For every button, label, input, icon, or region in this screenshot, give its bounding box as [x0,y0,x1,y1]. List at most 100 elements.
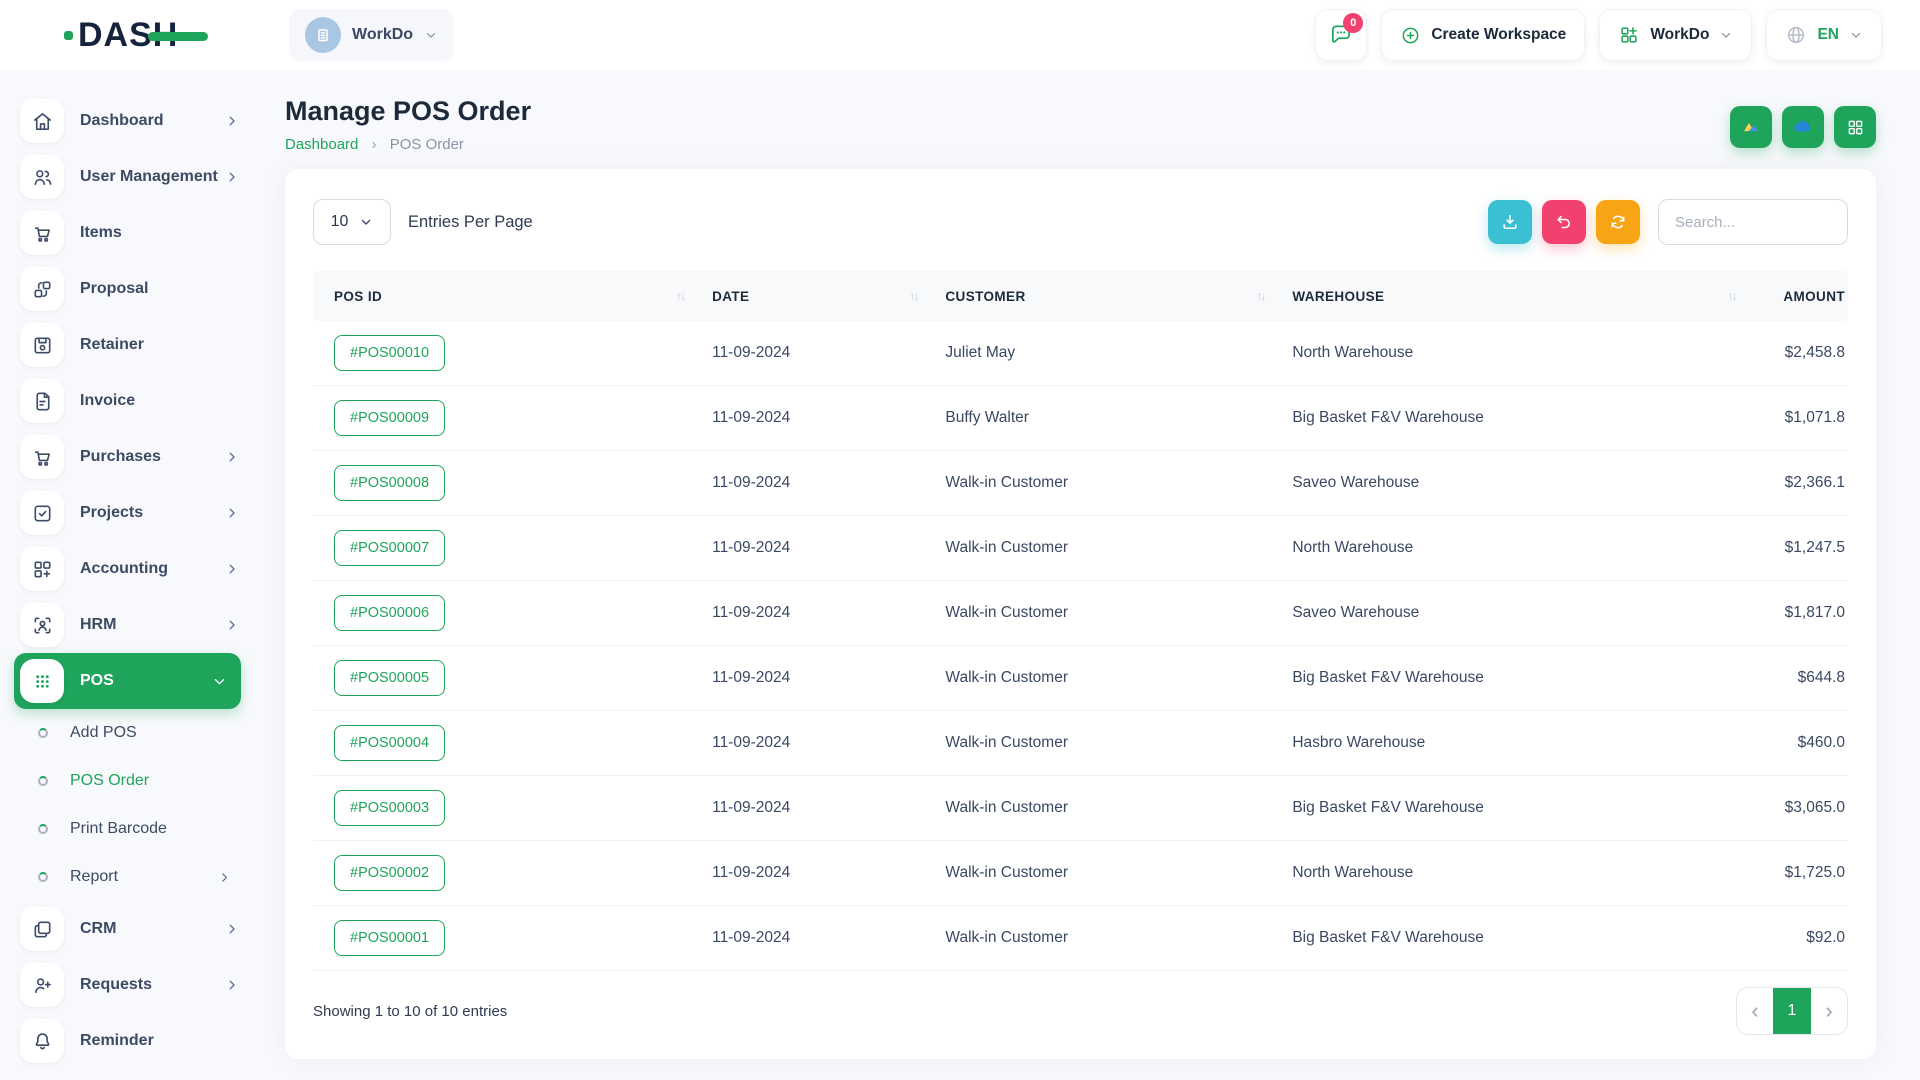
column-pos-id[interactable]: POS ID ↑↓ [313,289,712,304]
sidebar-item-pos[interactable]: POS [14,653,241,709]
sidebar-item-crm[interactable]: CRM [0,901,255,957]
sidebar-item-projects[interactable]: Projects [0,485,255,541]
breadcrumb-dashboard[interactable]: Dashboard [285,136,358,153]
dots-grid-icon [20,659,64,703]
sidebar-item-invoice[interactable]: Invoice [0,373,255,429]
building-icon [311,23,335,47]
file-text-icon [20,379,64,423]
customer-cell: Walk-in Customer [945,539,1292,557]
chevron-down-icon [424,28,438,42]
chevron-right-icon [218,871,231,884]
pos-id-cell: #POS00002 [313,855,712,891]
sidebar-item-purchases[interactable]: Purchases [0,429,255,485]
pos-id-badge[interactable]: #POS00009 [334,400,445,436]
customer-cell: Buffy Walter [945,409,1292,427]
pos-id-badge[interactable]: #POS00003 [334,790,445,826]
amount-cell: $460.0 [1764,734,1848,752]
workspace-avatar [305,17,341,53]
pos-id-badge[interactable]: #POS00006 [334,595,445,631]
pos-order-card: 10 Entries Per Page [285,169,1876,1059]
customer-cell: Walk-in Customer [945,734,1292,752]
export-download-button[interactable] [1488,200,1532,244]
date-cell: 11-09-2024 [712,604,945,622]
pos-id-badge[interactable]: #POS00002 [334,855,445,891]
sidebar-item-dashboard[interactable]: Dashboard [0,93,255,149]
page-head: Manage POS Order Dashboard › POS Order [285,96,1876,153]
create-workspace-label: Create Workspace [1431,26,1566,44]
pos-id-badge[interactable]: #POS00005 [334,660,445,696]
sidebar-item-requests[interactable]: Requests [0,957,255,1013]
pos-id-cell: #POS00009 [313,400,712,436]
sidebar-subitem-report[interactable]: Report [0,853,255,901]
sidebar-item-reminder[interactable]: Reminder [0,1013,255,1069]
date-cell: 11-09-2024 [712,734,945,752]
sidebar-subitem-pos-order[interactable]: POS Order [0,757,255,805]
messages-button[interactable]: 0 [1315,9,1367,61]
google-drive-icon [1740,116,1762,138]
pos-id-badge[interactable]: #POS00008 [334,465,445,501]
warehouse-cell: Big Basket F&V Warehouse [1292,799,1763,817]
brand-logo[interactable]: DASH [64,18,255,52]
warehouse-cell: Big Basket F&V Warehouse [1292,669,1763,687]
chevron-down-icon [1849,28,1863,42]
sidebar-item-accounting[interactable]: Accounting [0,541,255,597]
sort-icon: ↑↓ [1728,289,1736,303]
pos-id-badge[interactable]: #POS00001 [334,920,445,956]
sidebar-item-user-management[interactable]: User Management [0,149,255,205]
refresh-icon [1608,212,1628,232]
grid-plus-icon [20,547,64,591]
column-date[interactable]: DATE ↑↓ [712,289,945,304]
undo-button[interactable] [1542,200,1586,244]
table-row: #POS00002 11-09-2024 Walk-in Customer No… [313,841,1848,906]
table-row: #POS00010 11-09-2024 Juliet May North Wa… [313,321,1848,386]
google-drive-button[interactable] [1730,106,1772,148]
workspace-selector[interactable]: WorkDo [289,9,454,61]
table-row: #POS00006 11-09-2024 Walk-in Customer Sa… [313,581,1848,646]
apps-grid-icon [1618,24,1640,46]
pos-id-badge[interactable]: #POS00007 [334,530,445,566]
pagination-page-1[interactable]: 1 [1773,988,1811,1034]
table-row: #POS00007 11-09-2024 Walk-in Customer No… [313,516,1848,581]
date-cell: 11-09-2024 [712,799,945,817]
bullet-icon [38,872,48,882]
language-selector[interactable]: EN [1766,9,1882,61]
pos-id-cell: #POS00008 [313,465,712,501]
date-cell: 11-09-2024 [712,539,945,557]
date-cell: 11-09-2024 [712,929,945,947]
workdo-menu-button[interactable]: WorkDo [1599,9,1752,61]
pos-id-badge[interactable]: #POS00004 [334,725,445,761]
swap-boxes-icon [20,267,64,311]
entries-per-page-select[interactable]: 10 [313,199,391,245]
sidebar-item-retainer[interactable]: Retainer [0,317,255,373]
column-amount[interactable]: AMOUNT [1764,289,1848,304]
logo-bar [148,32,208,41]
sidebar-item-pos-slot: POS [0,653,255,709]
chevron-right-icon [225,618,239,632]
pagination-next-button[interactable]: › [1811,988,1847,1034]
sidebar-item-items[interactable]: Items [0,205,255,261]
sort-icon: ↑↓ [676,289,684,303]
sidebar-item-proposal[interactable]: Proposal [0,261,255,317]
grid-view-button[interactable] [1834,106,1876,148]
table-header: POS ID ↑↓ DATE ↑↓ CUSTOMER ↑↓ WAREHOUSE … [313,271,1848,321]
sidebar-item-hrm[interactable]: HRM [0,597,255,653]
page-head-left: Manage POS Order Dashboard › POS Order [285,96,531,153]
pos-order-table: POS ID ↑↓ DATE ↑↓ CUSTOMER ↑↓ WAREHOUSE … [313,271,1848,971]
column-customer[interactable]: CUSTOMER ↑↓ [945,289,1292,304]
pos-id-badge[interactable]: #POS00010 [334,335,445,371]
pagination-prev-button[interactable]: ‹ [1737,988,1773,1034]
customer-cell: Walk-in Customer [945,604,1292,622]
top-bar: DASH WorkDo 0 Creat [0,0,1920,70]
sidebar-subitem-print-barcode[interactable]: Print Barcode [0,805,255,853]
customer-cell: Juliet May [945,344,1292,362]
search-input[interactable] [1658,199,1848,245]
onedrive-button[interactable] [1782,106,1824,148]
chevron-down-icon [212,674,227,689]
user-scan-icon [20,603,64,647]
refresh-button[interactable] [1596,200,1640,244]
sidebar-subitem-add-pos[interactable]: Add POS [0,709,255,757]
column-warehouse[interactable]: WAREHOUSE ↑↓ [1292,289,1763,304]
create-workspace-button[interactable]: Create Workspace [1381,9,1585,61]
breadcrumb-separator: › [372,136,377,153]
showing-entries-text: Showing 1 to 10 of 10 entries [313,1003,507,1020]
